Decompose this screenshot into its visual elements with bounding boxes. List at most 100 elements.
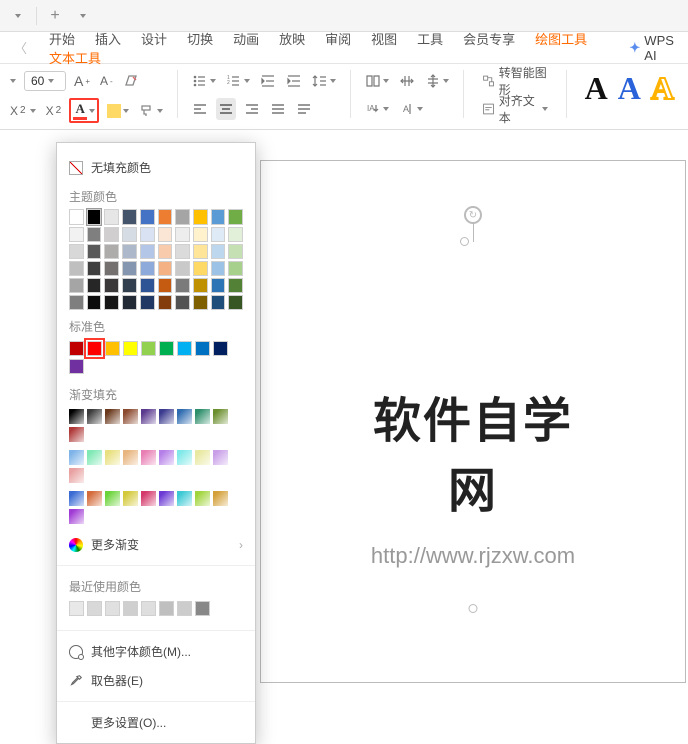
color-swatch[interactable] xyxy=(87,278,102,293)
subscript-button[interactable]: X2 xyxy=(8,100,38,122)
gradient-swatch[interactable] xyxy=(177,491,192,506)
menu-back[interactable]: 〈 xyxy=(4,32,37,63)
color-swatch[interactable] xyxy=(140,278,155,293)
gradient-swatch[interactable] xyxy=(69,409,84,424)
gradient-swatch[interactable] xyxy=(69,427,84,442)
color-swatch[interactable] xyxy=(141,601,156,616)
menu-文本工具[interactable]: 文本工具 xyxy=(39,45,111,72)
color-swatch[interactable] xyxy=(158,227,173,242)
color-swatch[interactable] xyxy=(87,295,102,310)
align-justify-button[interactable] xyxy=(268,98,288,120)
color-swatch[interactable] xyxy=(69,359,84,374)
color-swatch[interactable] xyxy=(69,227,84,242)
color-swatch[interactable] xyxy=(193,278,208,293)
menu-设计[interactable]: 设计 xyxy=(131,26,177,53)
text-style-gallery[interactable]: A A A xyxy=(579,70,680,107)
color-swatch[interactable] xyxy=(158,244,173,259)
color-swatch[interactable] xyxy=(158,209,173,225)
menu-切换[interactable]: 切换 xyxy=(177,26,223,53)
color-swatch[interactable] xyxy=(104,261,119,276)
highlight-button[interactable] xyxy=(105,100,131,122)
color-swatch[interactable] xyxy=(140,295,155,310)
color-swatch[interactable] xyxy=(175,244,190,259)
increase-font-button[interactable]: A+ xyxy=(72,70,92,92)
superscript-button[interactable]: X2 xyxy=(44,100,64,122)
gradient-swatch[interactable] xyxy=(69,491,84,506)
gradient-swatch[interactable] xyxy=(87,450,102,465)
color-swatch[interactable] xyxy=(105,341,120,356)
color-swatch[interactable] xyxy=(228,261,243,276)
color-swatch[interactable] xyxy=(104,227,119,242)
align-center-button[interactable] xyxy=(216,98,236,120)
color-swatch[interactable] xyxy=(140,227,155,242)
color-swatch[interactable] xyxy=(193,261,208,276)
no-fill-option[interactable]: 无填充颜色 xyxy=(57,153,255,182)
color-swatch[interactable] xyxy=(122,295,137,310)
resize-handle[interactable] xyxy=(469,604,478,613)
color-swatch[interactable] xyxy=(211,227,226,242)
menu-动画[interactable]: 动画 xyxy=(223,26,269,53)
align-right-button[interactable] xyxy=(242,98,262,120)
color-swatch[interactable] xyxy=(87,244,102,259)
gradient-swatch[interactable] xyxy=(123,409,138,424)
color-swatch[interactable] xyxy=(104,295,119,310)
color-swatch[interactable] xyxy=(122,261,137,276)
color-swatch[interactable] xyxy=(69,295,84,310)
other-colors-option[interactable]: 其他字体颜色(M)... xyxy=(57,637,255,666)
line-spacing-button[interactable] xyxy=(310,70,338,92)
slide-url[interactable]: http://www.rjzxw.com xyxy=(367,543,579,569)
gradient-swatch[interactable] xyxy=(123,450,138,465)
menu-工具[interactable]: 工具 xyxy=(407,26,453,53)
gradient-swatch[interactable] xyxy=(213,409,228,424)
menu-会员专享[interactable]: 会员专享 xyxy=(453,26,525,53)
color-swatch[interactable] xyxy=(140,209,155,225)
color-swatch[interactable] xyxy=(193,295,208,310)
gradient-swatch[interactable] xyxy=(141,450,156,465)
increase-indent-button[interactable] xyxy=(284,70,304,92)
text-direction-button[interactable]: IA xyxy=(363,98,391,120)
gradient-swatch[interactable] xyxy=(195,450,210,465)
color-swatch[interactable] xyxy=(123,601,138,616)
color-swatch[interactable] xyxy=(104,278,119,293)
gradient-swatch[interactable] xyxy=(69,509,84,524)
color-swatch[interactable] xyxy=(87,261,102,276)
tab-dropdown[interactable] xyxy=(73,6,93,26)
gradient-swatch[interactable] xyxy=(87,409,102,424)
color-swatch[interactable] xyxy=(87,601,102,616)
align-text-button[interactable]: 对齐文本 xyxy=(476,98,554,120)
color-swatch[interactable] xyxy=(158,278,173,293)
numbering-button[interactable]: 12 xyxy=(224,70,252,92)
color-swatch[interactable] xyxy=(175,261,190,276)
color-swatch[interactable] xyxy=(69,209,84,225)
color-swatch[interactable] xyxy=(87,341,102,356)
color-swatch[interactable] xyxy=(105,601,120,616)
color-swatch[interactable] xyxy=(158,261,173,276)
color-swatch[interactable] xyxy=(228,278,243,293)
gradient-swatch[interactable] xyxy=(195,491,210,506)
color-swatch[interactable] xyxy=(193,244,208,259)
color-swatch[interactable] xyxy=(69,244,84,259)
color-swatch[interactable] xyxy=(175,209,190,225)
distribute-button[interactable] xyxy=(294,98,314,120)
align-left-button[interactable] xyxy=(190,98,210,120)
color-swatch[interactable] xyxy=(177,601,192,616)
color-swatch[interactable] xyxy=(195,341,210,356)
gradient-swatch[interactable] xyxy=(141,491,156,506)
spacing-h-button[interactable] xyxy=(397,70,417,92)
color-swatch[interactable] xyxy=(211,278,226,293)
format-painter-button[interactable] xyxy=(137,100,165,122)
color-swatch[interactable] xyxy=(140,244,155,259)
gradient-swatch[interactable] xyxy=(177,409,192,424)
gradient-swatch[interactable] xyxy=(69,468,84,483)
gradient-swatch[interactable] xyxy=(105,409,120,424)
color-swatch[interactable] xyxy=(122,278,137,293)
font-dropdown[interactable] xyxy=(8,70,18,92)
gradient-swatch[interactable] xyxy=(105,450,120,465)
gradient-swatch[interactable] xyxy=(123,491,138,506)
gradient-swatch[interactable] xyxy=(159,491,174,506)
color-swatch[interactable] xyxy=(159,601,174,616)
new-tab-button[interactable]: + xyxy=(45,6,65,26)
more-gradient-option[interactable]: 更多渐变 › xyxy=(57,530,255,559)
color-swatch[interactable] xyxy=(211,295,226,310)
menu-视图[interactable]: 视图 xyxy=(361,26,407,53)
